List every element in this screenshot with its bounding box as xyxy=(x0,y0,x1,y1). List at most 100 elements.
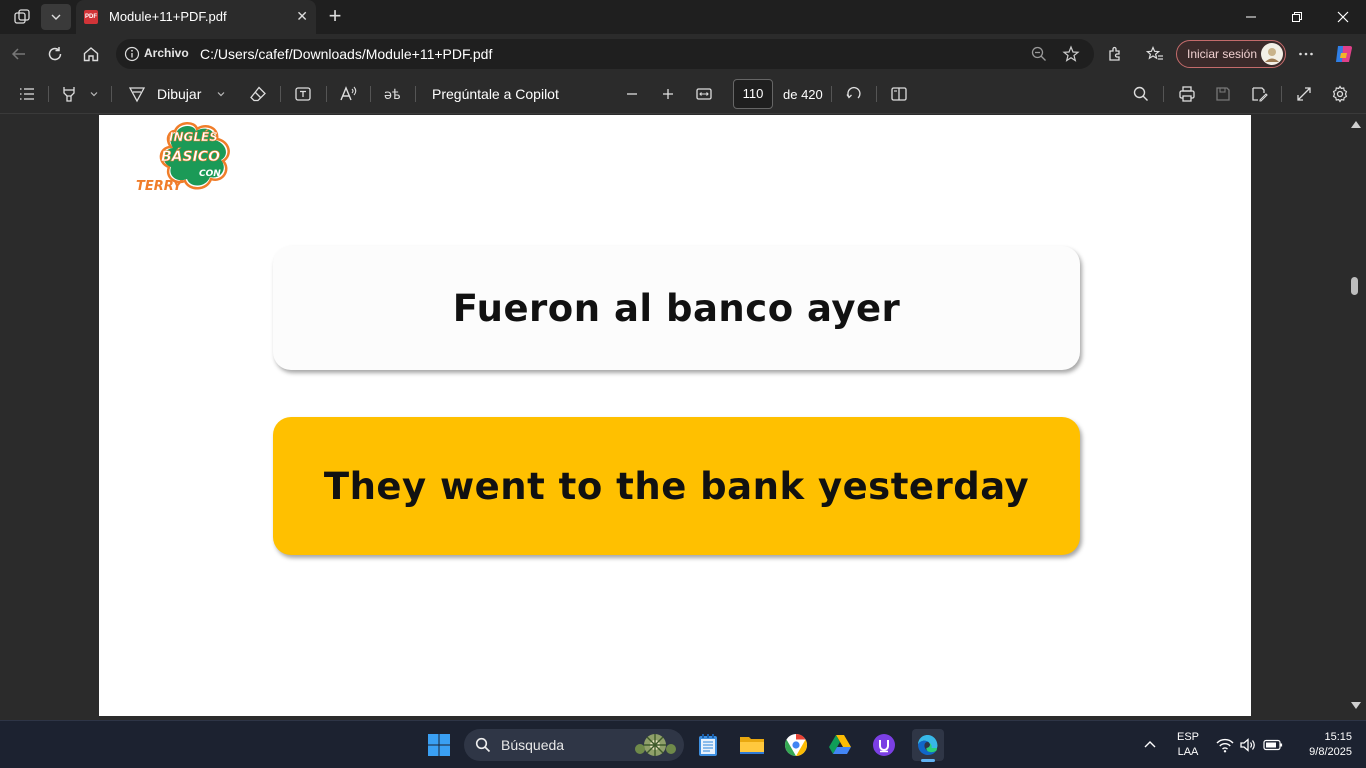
file-explorer-icon[interactable] xyxy=(736,729,768,761)
site-label: Archivo xyxy=(144,46,189,60)
fullscreen-icon[interactable] xyxy=(1292,82,1316,106)
toolbar-divider xyxy=(876,86,877,102)
show-hidden-icons-chevron-icon[interactable] xyxy=(1138,729,1162,761)
page-number-input[interactable]: 110 xyxy=(733,79,773,109)
english-sentence: They went to the bank yesterday xyxy=(323,464,1030,508)
address-row: Archivo C:/Users/cafef/Downloads/Module+… xyxy=(0,34,1366,74)
home-button[interactable] xyxy=(77,40,105,68)
fit-width-icon[interactable] xyxy=(692,82,716,106)
contents-list-icon[interactable] xyxy=(15,82,39,106)
back-button[interactable] xyxy=(5,40,33,68)
highlight-chevron-icon[interactable] xyxy=(84,82,104,106)
toolbar-divider xyxy=(1163,86,1164,102)
logo-text-ingles-part: INGLÉS xyxy=(169,129,218,144)
spanish-sentence: Fueron al banco ayer xyxy=(452,286,901,330)
page-total-label: de 420 xyxy=(783,87,823,102)
zoom-out-icon[interactable] xyxy=(1029,44,1049,64)
language-code: ESP xyxy=(1176,731,1199,743)
close-window-button[interactable] xyxy=(1320,0,1366,34)
favorites-icon[interactable] xyxy=(1141,40,1169,68)
svg-text:ѣ: ѣ xyxy=(392,88,401,103)
tab-actions-chevron-icon[interactable] xyxy=(41,4,71,30)
draw-chevron-icon[interactable] xyxy=(211,82,231,106)
restore-button[interactable] xyxy=(1274,0,1320,34)
vertical-scrollbar[interactable] xyxy=(1347,115,1363,718)
address-bar[interactable]: Archivo C:/Users/cafef/Downloads/Module+… xyxy=(116,39,1094,69)
zoom-in-button[interactable] xyxy=(656,82,680,106)
notepad-app-icon[interactable] xyxy=(692,729,724,761)
toolbar-divider xyxy=(370,86,371,102)
battery-icon[interactable] xyxy=(1262,729,1284,761)
rotate-icon[interactable] xyxy=(842,82,866,106)
scrollbar-thumb[interactable] xyxy=(1351,277,1358,295)
find-search-icon[interactable] xyxy=(1129,82,1153,106)
clock-time: 15:15 xyxy=(1324,731,1352,743)
extensions-icon[interactable] xyxy=(1101,40,1129,68)
pdf-toolbar: Dibujar əѣ Pregúntale a Copilot 110 de 4… xyxy=(0,74,1366,114)
toolbar-divider xyxy=(326,86,327,102)
logo-text-con: CON xyxy=(199,169,221,179)
tab-pdf-document[interactable]: PDF Module+11+PDF.pdf ✕ xyxy=(76,0,316,34)
clock-date: 9/8/2025 xyxy=(1309,746,1352,758)
windows-start-icon[interactable] xyxy=(423,729,455,761)
read-aloud-icon[interactable] xyxy=(337,82,361,106)
print-icon[interactable] xyxy=(1175,82,1199,106)
zoom-out-button[interactable] xyxy=(620,82,644,106)
toolbar-divider xyxy=(415,86,416,102)
eraser-icon[interactable] xyxy=(246,82,270,106)
toolbar-divider xyxy=(48,86,49,102)
pdf-viewer[interactable]: INGLÉS BÁSICO CON TERRY Fueron al banco … xyxy=(0,115,1366,718)
windows-taskbar: Búsqueda ESP LAA 15:15 9/8/2025 xyxy=(0,720,1366,768)
info-icon[interactable] xyxy=(124,46,140,62)
toolbar-divider xyxy=(280,86,281,102)
highlight-icon[interactable] xyxy=(57,82,81,106)
sign-in-button[interactable]: Iniciar sesión xyxy=(1176,40,1286,68)
search-label: Búsqueda xyxy=(501,737,565,753)
ask-copilot-button[interactable]: Pregúntale a Copilot xyxy=(432,86,559,102)
search-icon xyxy=(475,737,491,758)
google-drive-icon[interactable] xyxy=(824,729,856,761)
text-box-icon[interactable] xyxy=(291,82,315,106)
scroll-up-arrow-icon[interactable] xyxy=(1351,121,1361,128)
pdf-file-icon: PDF xyxy=(84,10,98,24)
google-chrome-icon[interactable] xyxy=(780,729,812,761)
keyboard-layout-code: LAA xyxy=(1177,746,1199,758)
search-highlight-icon xyxy=(632,731,678,764)
system-clock[interactable]: 15:15 9/8/2025 xyxy=(1290,730,1352,760)
save-as-icon[interactable] xyxy=(1247,82,1271,106)
sign-in-label: Iniciar sesión xyxy=(1187,47,1258,61)
ingles-basico-logo: INGLÉS BÁSICO CON TERRY xyxy=(135,119,237,194)
active-app-indicator xyxy=(921,759,935,762)
more-options-icon[interactable] xyxy=(1292,40,1320,68)
purple-app-icon[interactable] xyxy=(868,729,900,761)
close-tab-icon[interactable]: ✕ xyxy=(296,8,308,25)
wifi-icon[interactable] xyxy=(1214,729,1236,761)
taskbar-search-box[interactable]: Búsqueda xyxy=(464,729,684,761)
logo-text-terry: TERRY xyxy=(136,179,184,193)
volume-icon[interactable] xyxy=(1238,729,1258,761)
scroll-down-arrow-icon[interactable] xyxy=(1351,702,1361,709)
refresh-button[interactable] xyxy=(41,40,69,68)
microsoft-edge-icon[interactable] xyxy=(912,729,944,762)
draw-label[interactable]: Dibujar xyxy=(157,86,201,102)
toolbar-divider xyxy=(111,86,112,102)
page-view-icon[interactable] xyxy=(887,82,911,106)
profile-avatar-icon xyxy=(1261,43,1283,65)
toolbar-divider xyxy=(1281,86,1282,102)
minimize-button[interactable] xyxy=(1228,0,1274,34)
settings-gear-icon[interactable] xyxy=(1328,82,1352,106)
translate-icon[interactable]: əѣ xyxy=(381,82,405,106)
favorite-star-icon[interactable] xyxy=(1061,44,1081,64)
draw-pen-icon[interactable] xyxy=(125,82,149,106)
save-icon[interactable] xyxy=(1211,82,1235,106)
url-text[interactable]: C:/Users/cafef/Downloads/Module+11+PDF.p… xyxy=(200,46,492,62)
logo-text-basico: BÁSICO xyxy=(161,148,220,165)
input-language-indicator[interactable]: ESP LAA xyxy=(1174,730,1202,760)
svg-text:ə: ə xyxy=(384,88,392,103)
toolbar-divider xyxy=(831,86,832,102)
new-tab-button[interactable]: + xyxy=(322,4,348,30)
spanish-sentence-card: Fueron al banco ayer xyxy=(273,246,1080,370)
workspaces-icon[interactable] xyxy=(7,4,37,30)
copilot-icon[interactable] xyxy=(1330,40,1358,68)
english-sentence-card: They went to the bank yesterday xyxy=(273,417,1080,555)
